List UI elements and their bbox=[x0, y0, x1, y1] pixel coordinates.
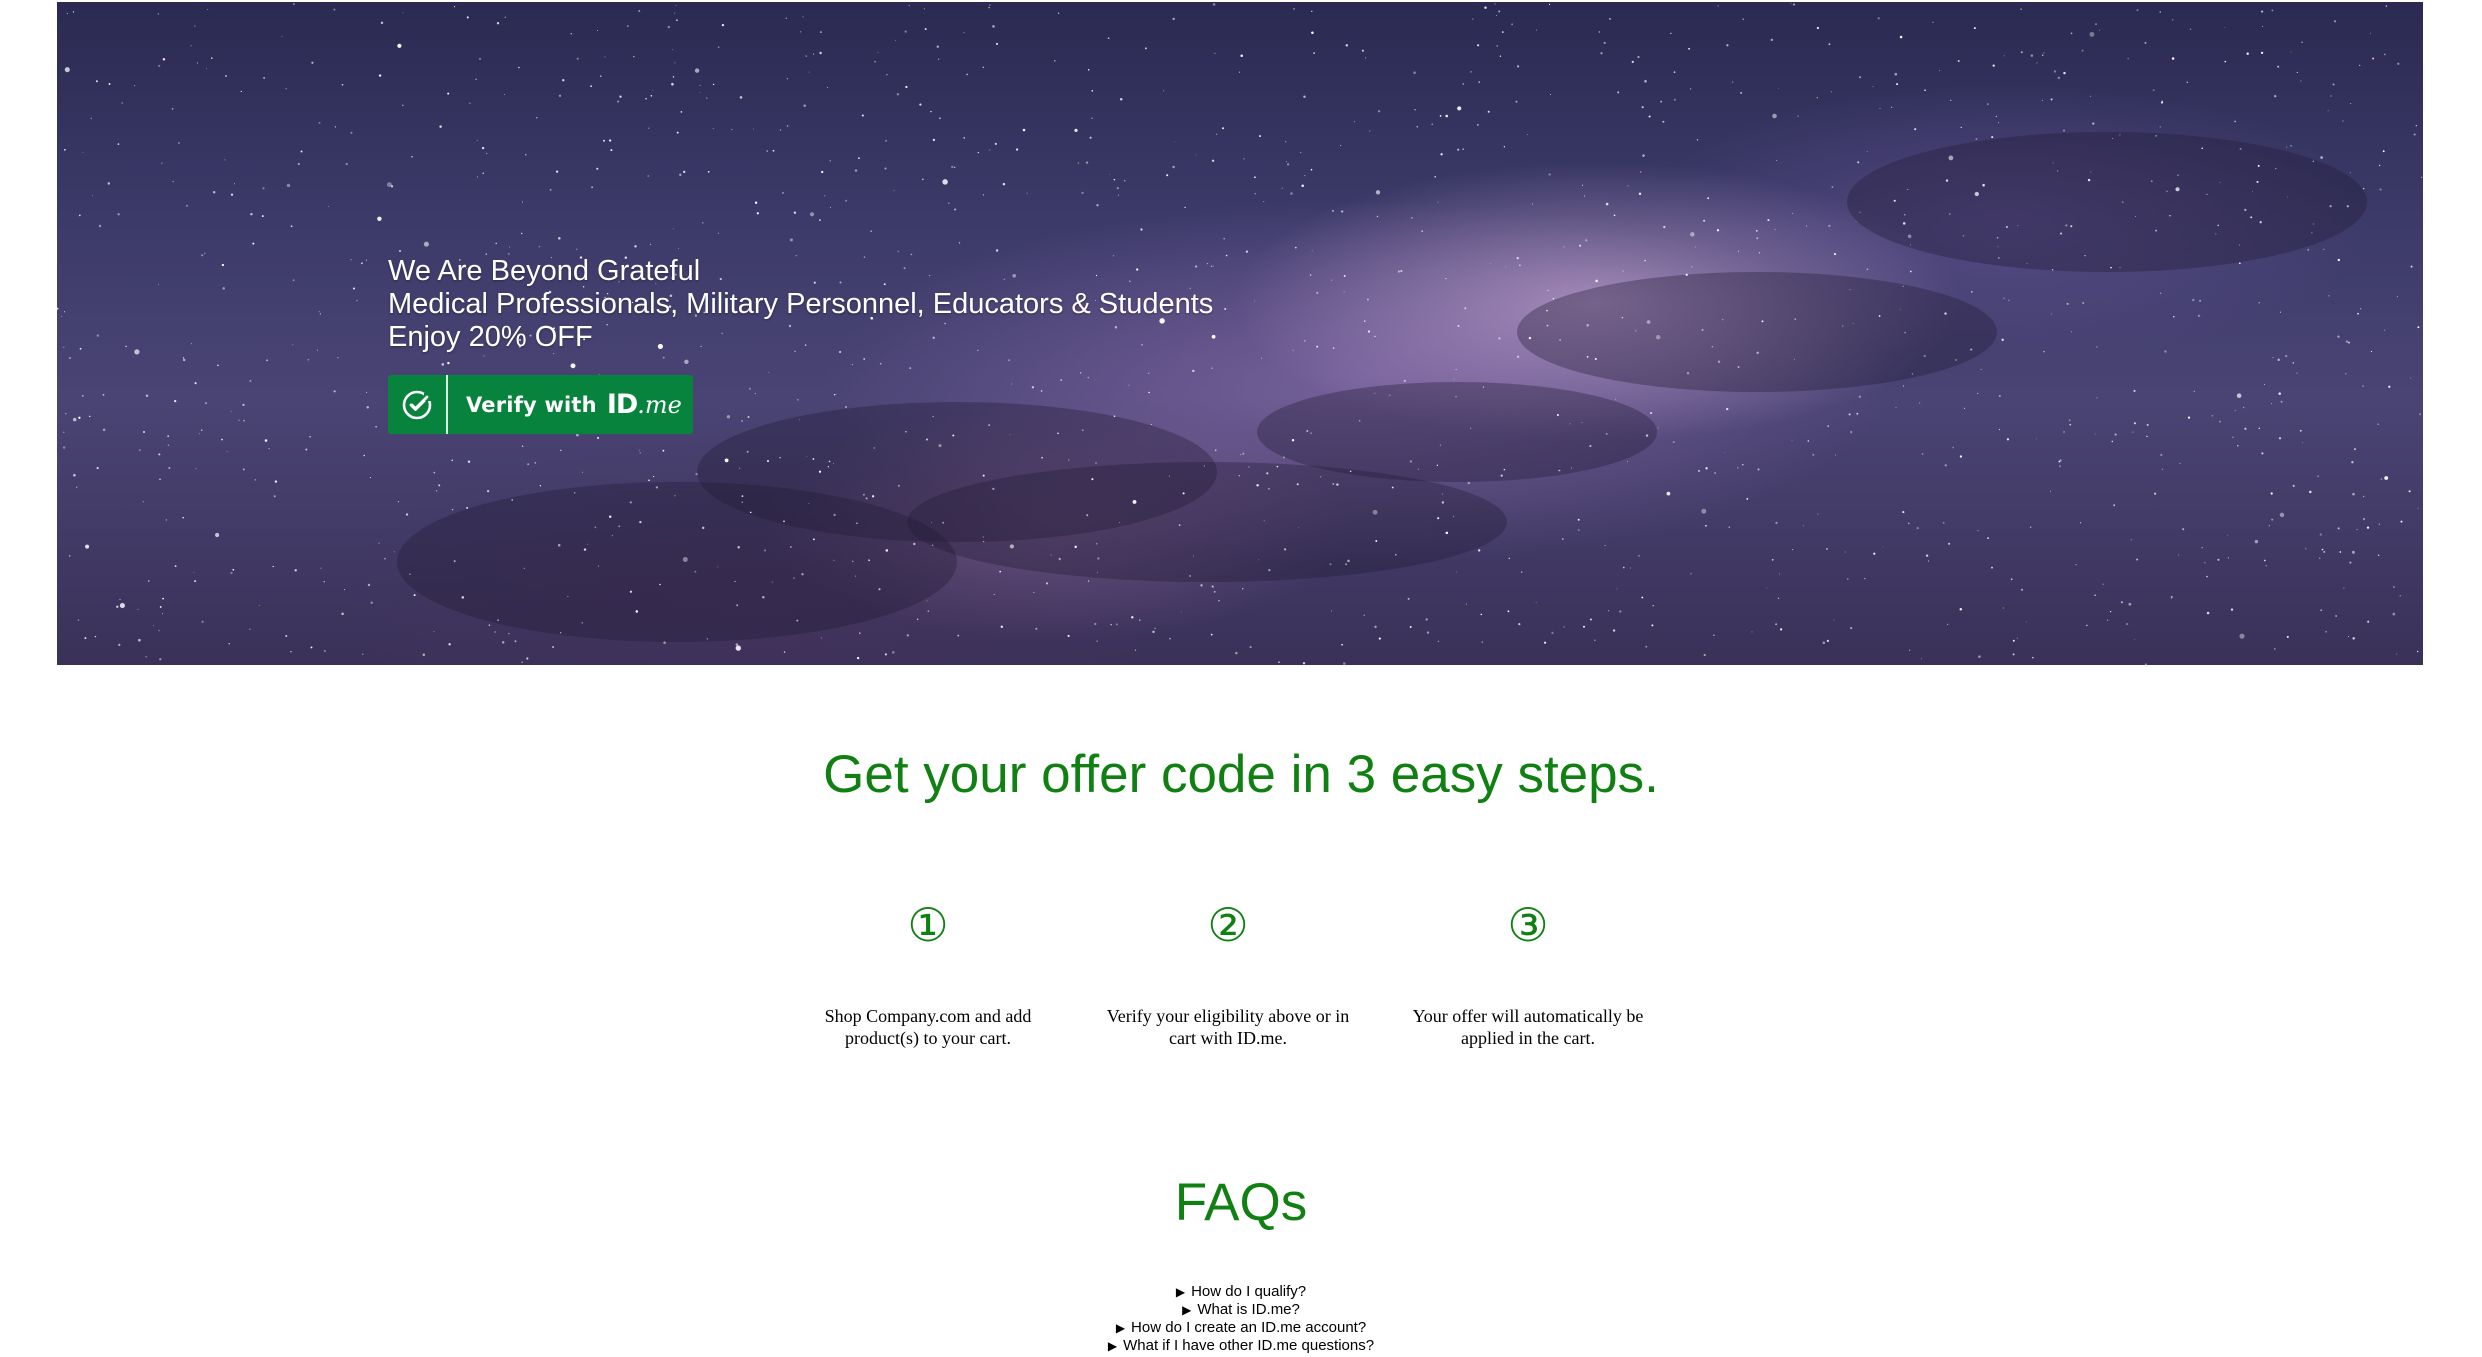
disclosure-triangle-icon: ▶ bbox=[1107, 1339, 1118, 1353]
faq-question: What is ID.me? bbox=[1197, 1301, 1300, 1318]
step-2-number: ② bbox=[1207, 898, 1249, 952]
step-3: ③ Your offer will automatically be appli… bbox=[1393, 895, 1663, 1049]
faq-question: What if I have other ID.me questions? bbox=[1123, 1337, 1375, 1354]
faq-item-create-account[interactable]: ▶ How do I create an ID.me account? bbox=[0, 1319, 2482, 1337]
hero-audience: Medical Professionals, Military Personne… bbox=[388, 288, 1214, 320]
faq-question: How do I create an ID.me account? bbox=[1131, 1319, 1367, 1336]
hero-discount: Enjoy 20% OFF bbox=[388, 321, 593, 353]
verify-button-label: Verify with bbox=[466, 392, 597, 417]
step-1-text: Shop Company.com and add product(s) to y… bbox=[824, 1006, 1032, 1048]
disclosure-triangle-icon: ▶ bbox=[1115, 1321, 1126, 1335]
verify-with-idme-button[interactable]: Verify with ID.me bbox=[388, 375, 693, 434]
step-3-number: ③ bbox=[1507, 898, 1549, 952]
steps-row: ① Shop Company.com and add product(s) to… bbox=[0, 895, 2482, 1075]
faq-item-other-questions[interactable]: ▶ What if I have other ID.me questions? bbox=[0, 1337, 2482, 1355]
page: We Are Beyond Grateful Medical Professio… bbox=[0, 0, 2482, 1357]
step-1-number: ① bbox=[907, 898, 949, 952]
step-2-text: Verify your eligibility above or in cart… bbox=[1106, 1006, 1350, 1048]
faq-item-what-is-idme[interactable]: ▶ What is ID.me? bbox=[0, 1301, 2482, 1319]
check-circle-icon bbox=[388, 375, 448, 434]
step-2: ② Verify your eligibility above or in ca… bbox=[1093, 895, 1363, 1049]
steps-title: Get your offer code in 3 easy steps. bbox=[823, 745, 1659, 804]
hero-text: We Are Beyond Grateful Medical Professio… bbox=[388, 255, 1213, 354]
faq-list: ▶ How do I qualify? ▶ What is ID.me? ▶ How … bbox=[0, 1283, 2482, 1355]
faq-title: FAQs bbox=[1174, 1173, 1308, 1232]
hero-headline: We Are Beyond Grateful bbox=[388, 255, 701, 287]
idme-logo-id: ID bbox=[606, 389, 638, 420]
idme-logo-suffix: .me bbox=[637, 391, 682, 419]
idme-logo: ID.me bbox=[597, 389, 682, 420]
disclosure-triangle-icon: ▶ bbox=[1182, 1303, 1192, 1317]
disclosure-triangle-icon: ▶ bbox=[1175, 1285, 1186, 1299]
step-1: ① Shop Company.com and add product(s) to… bbox=[793, 895, 1063, 1049]
step-3-text: Your offer will automatically be applied… bbox=[1412, 1006, 1644, 1048]
faq-item-qualify[interactable]: ▶ How do I qualify? bbox=[0, 1283, 2482, 1301]
hero-banner: We Are Beyond Grateful Medical Professio… bbox=[57, 2, 2423, 665]
faq-question: How do I qualify? bbox=[1191, 1283, 1307, 1300]
